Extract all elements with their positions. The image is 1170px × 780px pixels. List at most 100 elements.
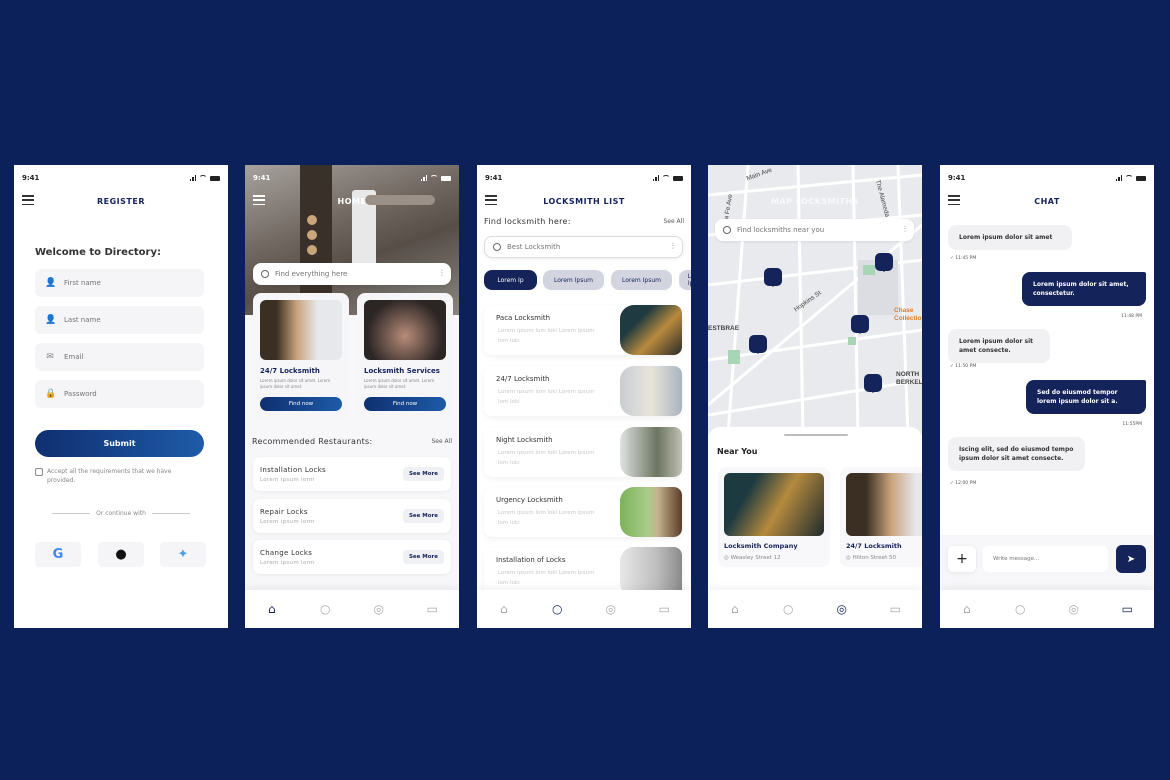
page-title: REGISTER	[96, 197, 145, 206]
message-input[interactable]	[993, 556, 1065, 562]
location-icon[interactable]: ◎	[601, 602, 621, 616]
list-item[interactable]: 24/7 Locksmith Lorem ipsum lom loki Lorem…	[484, 366, 682, 416]
accept-checkbox[interactable]	[35, 468, 43, 476]
list-item[interactable]: Repair Locks Lorem ipsum lorm See More	[253, 499, 451, 533]
see-all-link[interactable]: See All	[431, 438, 452, 445]
page-title: HOME	[337, 197, 367, 206]
map-pin[interactable]	[864, 374, 882, 393]
chat-icon[interactable]: ▭	[1117, 602, 1137, 616]
chat-icon[interactable]: ▭	[654, 602, 674, 616]
password-field[interactable]: 🔒	[35, 380, 204, 408]
home-icon[interactable]: ⌂	[725, 602, 745, 616]
first-name-field[interactable]: 👤	[35, 269, 204, 297]
map-pin[interactable]	[764, 268, 782, 287]
list-item[interactable]: Night Locksmith Lorem ipsum lom loki Lore…	[484, 427, 682, 477]
user-icon: 👤	[45, 315, 57, 325]
place-card[interactable]: 24/7 Locksmith ◎ Hilton Street 50	[840, 467, 922, 567]
search-icon[interactable]: ○	[1010, 602, 1030, 616]
home-icon[interactable]: ⌂	[494, 602, 514, 616]
place-card[interactable]: Locksmith Company ◎ Weasley Street 12	[718, 467, 830, 567]
list-item[interactable]: Installation Locks Lorem ipsum lorm See Mo…	[253, 457, 451, 491]
filter-chip[interactable]: Lorem Ipsum	[543, 270, 604, 290]
map-pin[interactable]	[749, 335, 767, 354]
message-field[interactable]	[983, 546, 1108, 572]
map-label: Chase Collection	[894, 307, 922, 322]
last-name-input[interactable]	[64, 316, 184, 324]
search-bar[interactable]: ⫶	[715, 219, 914, 241]
or-continue-divider: Or continue with	[52, 510, 191, 517]
search-input[interactable]	[507, 243, 666, 251]
location-icon[interactable]: ◎	[369, 602, 389, 616]
home-icon[interactable]: ⌂	[262, 602, 282, 616]
filter-chip-active[interactable]: Lorem Ip	[484, 270, 537, 290]
google-button[interactable]: G	[35, 542, 81, 567]
item-image	[620, 305, 682, 355]
search-icon[interactable]: ○	[778, 602, 798, 616]
item-title: 24/7 Locksmith	[496, 375, 550, 383]
message-time: ✓ 11:45 PM	[950, 256, 977, 261]
search-icon[interactable]: ○	[547, 602, 567, 616]
filter-icon[interactable]: ⫶	[672, 242, 674, 252]
find-now-button[interactable]: Find now	[364, 397, 446, 411]
apple-button[interactable]: ●	[98, 542, 144, 567]
service-card[interactable]: Locksmith Services Lorem ipsum dolor sit …	[357, 293, 453, 421]
message-outgoing: Sed do eiusmod tempor lorem ipsum dolor …	[1026, 380, 1146, 414]
map-pin[interactable]	[851, 315, 869, 334]
search-icon	[261, 270, 269, 278]
filter-chip[interactable]: Lorem Ipsum	[611, 270, 672, 290]
card-image	[260, 300, 342, 360]
see-all-link[interactable]: See All	[663, 218, 684, 225]
item-subtitle: Lorem ipsum lorm	[260, 476, 315, 483]
see-more-button[interactable]: See More	[402, 509, 444, 523]
battery-icon	[1136, 175, 1146, 181]
item-title: Paca Locksmith	[496, 314, 551, 322]
attach-button[interactable]: +	[948, 546, 976, 572]
search-input[interactable]	[275, 270, 435, 278]
chat-icon[interactable]: ▭	[885, 602, 905, 616]
see-more-button[interactable]: See More	[402, 467, 444, 481]
email-input[interactable]	[64, 353, 184, 361]
chat-icon[interactable]: ▭	[422, 602, 442, 616]
find-now-button[interactable]: Find now	[260, 397, 342, 411]
drag-handle[interactable]	[784, 434, 848, 436]
status-bar: 9:41	[253, 173, 451, 183]
signal-icon	[1115, 175, 1122, 181]
place-address: ◎ Hilton Street 50	[846, 555, 896, 561]
apple-icon: ●	[115, 547, 127, 562]
accept-label: Accept all the requirements that we have…	[47, 468, 172, 484]
filter-chip[interactable]: Lorem Ipsum	[679, 270, 691, 290]
home-icon[interactable]: ⌂	[957, 602, 977, 616]
card-desc: Lorem ipsum dolor sit amet. Lorem ipsum …	[364, 378, 435, 389]
filter-icon[interactable]: ⫶	[441, 269, 443, 279]
card-title: 24/7 Locksmith	[260, 367, 320, 375]
email-field[interactable]: ✉	[35, 343, 204, 371]
location-icon[interactable]: ◎	[832, 602, 852, 616]
status-bar: 9:41	[948, 173, 1146, 183]
list-item[interactable]: Urgency Locksmith Lorem ipsum lom loki Lo…	[484, 487, 682, 537]
search-bar[interactable]: ⫶	[484, 236, 683, 258]
google-icon: G	[52, 547, 64, 562]
twitter-button[interactable]: ✦	[160, 542, 206, 567]
filter-icon[interactable]: ⫶	[904, 225, 906, 235]
page-title: LOCKSMITH LIST	[543, 197, 625, 206]
password-input[interactable]	[64, 390, 184, 398]
section-title: Find locksmith here:	[484, 217, 571, 226]
list-item[interactable]: Change Locks Lorem ipsum lorm See More	[253, 540, 451, 574]
list-item[interactable]: Paca Locksmith Lorem ipsum lom loki Lorem…	[484, 305, 682, 355]
map-pin[interactable]	[875, 253, 893, 272]
search-icon[interactable]: ○	[315, 602, 335, 616]
place-image	[724, 473, 824, 536]
submit-button[interactable]: Submit	[35, 430, 204, 457]
location-icon[interactable]: ◎	[1064, 602, 1084, 616]
search-input[interactable]	[737, 226, 898, 234]
accept-terms[interactable]: Accept all the requirements that we have…	[35, 467, 195, 485]
first-name-input[interactable]	[64, 279, 184, 287]
last-name-field[interactable]: 👤	[35, 306, 204, 334]
service-card[interactable]: 24/7 Locksmith Lorem ipsum dolor sit amet…	[253, 293, 349, 421]
send-button[interactable]: ➤	[1116, 545, 1146, 573]
card-image	[364, 300, 446, 360]
search-bar[interactable]: ⫶	[253, 263, 451, 285]
home-screen: 9:41 HOME ⫶ 24/7 Locksmith Lorem ipsum do…	[245, 165, 459, 628]
see-more-button[interactable]: See More	[402, 550, 444, 564]
status-time: 9:41	[948, 174, 966, 182]
